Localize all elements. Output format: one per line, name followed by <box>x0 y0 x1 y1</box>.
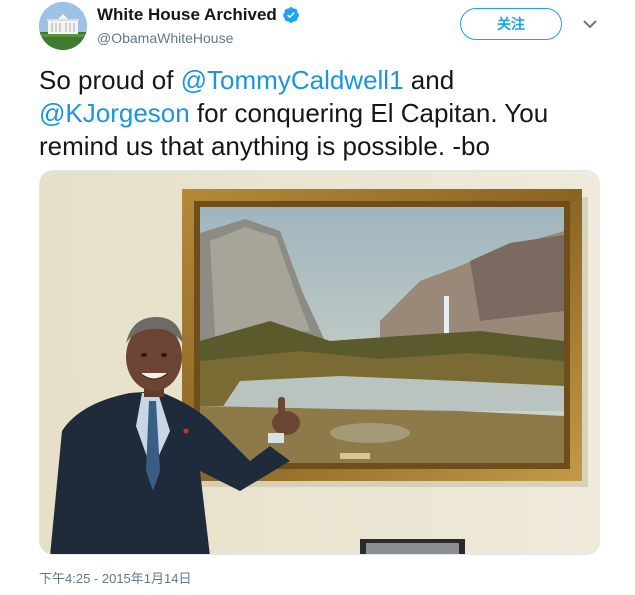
tweet-text-part: So proud of <box>39 65 181 95</box>
tweet-text-part: and <box>403 65 455 95</box>
mention-link[interactable]: @KJorgeson <box>39 98 190 128</box>
name-row: White House Archived <box>97 5 300 25</box>
chevron-down-icon[interactable] <box>582 18 598 30</box>
tweet-photo[interactable] <box>39 170 600 555</box>
handle[interactable]: @ObamaWhiteHouse <box>97 30 233 46</box>
tweet-text: So proud of @TommyCaldwell1 and @KJorges… <box>39 64 609 163</box>
verified-badge-icon <box>282 7 299 23</box>
display-name[interactable]: White House Archived <box>97 5 277 25</box>
avatar[interactable] <box>39 2 87 50</box>
timestamp[interactable]: 下午4:25 - 2015年1月14日 <box>39 568 191 587</box>
tweet-card: White House Archived @ObamaWhiteHouse 关注… <box>0 0 635 595</box>
mention-link[interactable]: @TommyCaldwell1 <box>181 65 404 95</box>
follow-button[interactable]: 关注 <box>460 8 562 40</box>
